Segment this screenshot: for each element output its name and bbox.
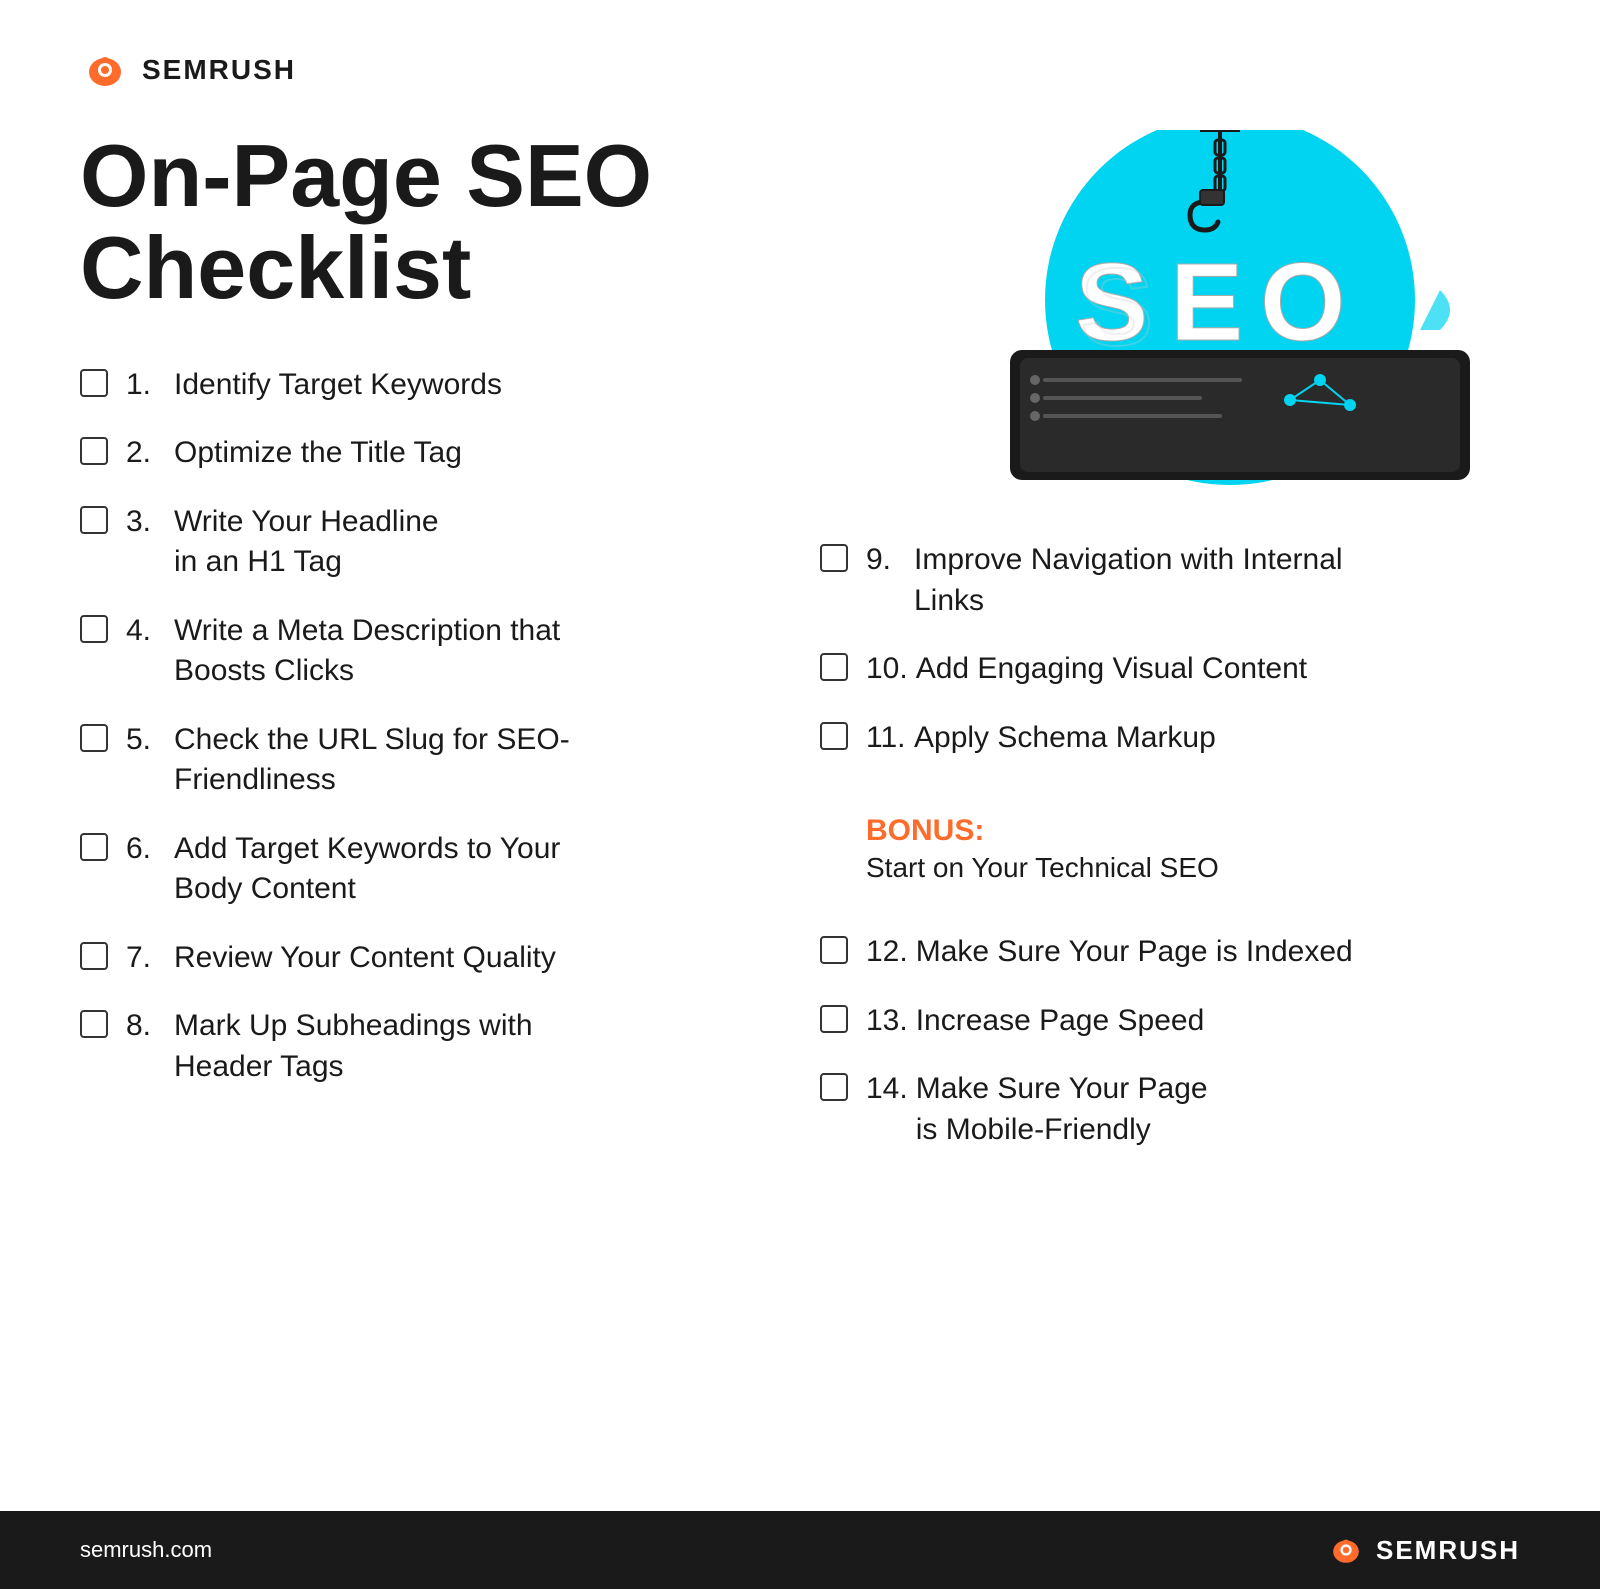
semrush-logo-icon bbox=[80, 50, 130, 90]
left-checklist-item: 7. Review Your Content Quality bbox=[80, 938, 760, 979]
illustration-wrapper: S E O S bbox=[820, 130, 1520, 510]
bonus-subtitle: Start on Your Technical SEO bbox=[866, 852, 1520, 884]
item-number: 7. bbox=[126, 938, 166, 979]
left-checklist-item: 4. Write a Meta Description thatBoosts C… bbox=[80, 611, 760, 692]
left-checklist-item: 2. Optimize the Title Tag bbox=[80, 433, 760, 474]
footer-url: semrush.com bbox=[80, 1537, 212, 1563]
left-checklist-item: 5. Check the URL Slug for SEO-Friendline… bbox=[80, 720, 760, 801]
svg-text:E: E bbox=[1170, 241, 1243, 364]
bonus-section: BONUS: Start on Your Technical SEO bbox=[866, 814, 1520, 884]
item-label: Make Sure Your Page is Indexed bbox=[916, 932, 1353, 973]
left-checklist-item: 8. Mark Up Subheadings withHeader Tags bbox=[80, 1006, 760, 1087]
item-number: 10. bbox=[866, 649, 908, 690]
item-label: Write a Meta Description thatBoosts Clic… bbox=[174, 611, 560, 692]
left-checklist: 1. Identify Target Keywords 2. Optimize … bbox=[80, 365, 760, 1088]
item-label: Mark Up Subheadings withHeader Tags bbox=[174, 1006, 533, 1087]
item-label: Review Your Content Quality bbox=[174, 938, 556, 979]
logo-text: SEMRUSH bbox=[142, 54, 296, 86]
item-number: 12. bbox=[866, 932, 908, 973]
checkbox-1[interactable] bbox=[80, 369, 108, 397]
item-label: Check the URL Slug for SEO-Friendliness bbox=[174, 720, 570, 801]
left-checklist-item: 1. Identify Target Keywords bbox=[80, 365, 760, 406]
bonus-title: BONUS: bbox=[866, 814, 1520, 848]
item-label: Apply Schema Markup bbox=[914, 718, 1216, 759]
footer-logo-text: SEMRUSH bbox=[1376, 1535, 1520, 1566]
item-number: 13. bbox=[866, 1001, 908, 1042]
right-checklist-item: 11. Apply Schema Markup bbox=[820, 718, 1520, 759]
item-number: 9. bbox=[866, 540, 906, 621]
left-column: On-Page SEO Checklist 1. Identify Target… bbox=[80, 130, 760, 1471]
right-checklist-item: 10. Add Engaging Visual Content bbox=[820, 649, 1520, 690]
checkbox-7[interactable] bbox=[80, 942, 108, 970]
footer-logo-icon bbox=[1326, 1533, 1366, 1567]
item-number: 4. bbox=[126, 611, 166, 692]
item-number: 3. bbox=[126, 502, 166, 583]
item-label: Improve Navigation with InternalLinks bbox=[914, 540, 1343, 621]
checkbox-6[interactable] bbox=[80, 833, 108, 861]
item-label: Optimize the Title Tag bbox=[174, 433, 462, 474]
item-label: Make Sure Your Pageis Mobile-Friendly bbox=[916, 1069, 1208, 1150]
left-checklist-item: 3. Write Your Headlinein an H1 Tag bbox=[80, 502, 760, 583]
checkbox-4[interactable] bbox=[80, 615, 108, 643]
footer-logo: SEMRUSH bbox=[1326, 1533, 1520, 1567]
item-label: Increase Page Speed bbox=[916, 1001, 1205, 1042]
page-title: On-Page SEO Checklist bbox=[80, 130, 760, 315]
left-checklist-item: 6. Add Target Keywords to YourBody Conte… bbox=[80, 829, 760, 910]
right-column: S E O S 9. Improve Navi bbox=[820, 130, 1520, 1471]
item-number: 5. bbox=[126, 720, 166, 801]
right-checklist-item: 14. Make Sure Your Pageis Mobile-Friendl… bbox=[820, 1069, 1520, 1150]
svg-text:O: O bbox=[1260, 241, 1346, 364]
checkbox-r-5[interactable] bbox=[820, 1005, 848, 1033]
checkbox-r-4[interactable] bbox=[820, 936, 848, 964]
item-number: 1. bbox=[126, 365, 166, 406]
checkbox-r-2[interactable] bbox=[820, 653, 848, 681]
checkbox-5[interactable] bbox=[80, 724, 108, 752]
item-label: Add Engaging Visual Content bbox=[916, 649, 1307, 690]
right-checklist-wrapper: 9. Improve Navigation with InternalLinks… bbox=[820, 540, 1520, 1150]
checkbox-2[interactable] bbox=[80, 437, 108, 465]
item-label: Identify Target Keywords bbox=[174, 365, 502, 406]
right-checklist-item: 13. Increase Page Speed bbox=[820, 1001, 1520, 1042]
checkbox-3[interactable] bbox=[80, 506, 108, 534]
seo-illustration: S E O S bbox=[860, 130, 1480, 510]
checkbox-r-1[interactable] bbox=[820, 544, 848, 572]
item-number: 6. bbox=[126, 829, 166, 910]
right-checklist: 9. Improve Navigation with InternalLinks… bbox=[820, 540, 1520, 1150]
item-label: Write Your Headlinein an H1 Tag bbox=[174, 502, 439, 583]
item-number: 2. bbox=[126, 433, 166, 474]
svg-text:S: S bbox=[1080, 246, 1153, 369]
right-checklist-item: 9. Improve Navigation with InternalLinks bbox=[820, 540, 1520, 621]
checkbox-r-6[interactable] bbox=[820, 1073, 848, 1101]
right-checklist-item: 12. Make Sure Your Page is Indexed bbox=[820, 932, 1520, 973]
item-number: 14. bbox=[866, 1069, 908, 1150]
item-number: 11. bbox=[866, 718, 906, 759]
logo-area: SEMRUSH bbox=[80, 50, 1520, 90]
item-label: Add Target Keywords to YourBody Content bbox=[174, 829, 560, 910]
checkbox-8[interactable] bbox=[80, 1010, 108, 1038]
item-number: 8. bbox=[126, 1006, 166, 1087]
footer: semrush.com SEMRUSH bbox=[0, 1511, 1600, 1589]
checkbox-r-3[interactable] bbox=[820, 722, 848, 750]
